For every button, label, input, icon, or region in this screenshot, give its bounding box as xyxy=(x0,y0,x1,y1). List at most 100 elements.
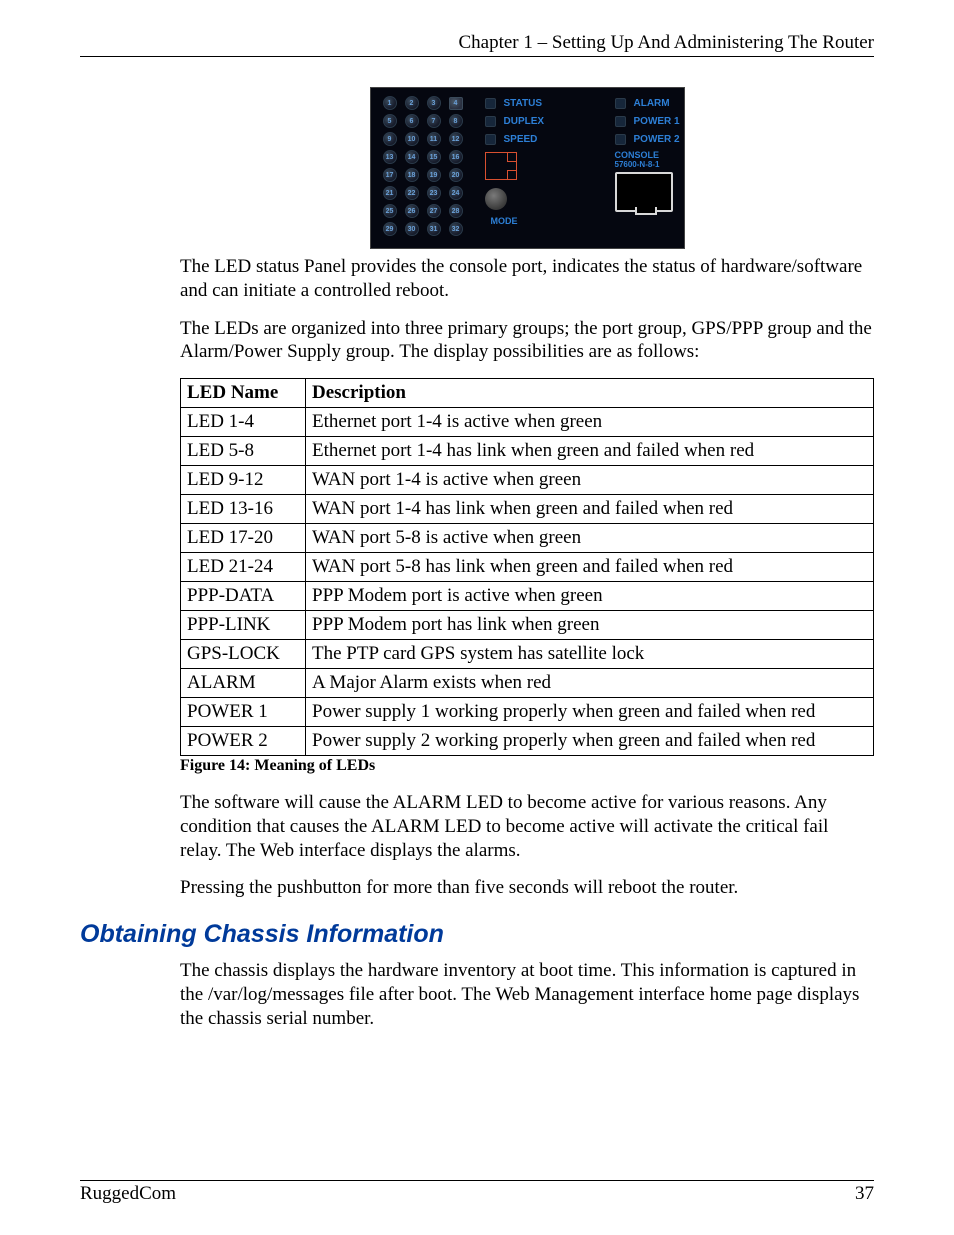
alarm-led-icon xyxy=(615,98,626,109)
baud-label: 57600-N-8-1 xyxy=(615,160,690,169)
table-row: POWER 2Power supply 2 working properly w… xyxy=(181,727,874,756)
led-cell: 21 xyxy=(379,184,401,202)
led-cell: 9 xyxy=(379,130,401,148)
table-row: LED 9-12WAN port 1-4 is active when gree… xyxy=(181,466,874,495)
body-paragraph-3: The software will cause the ALARM LED to… xyxy=(180,791,874,862)
led-indicator-icon: 20 xyxy=(449,168,463,182)
led-cell: 15 xyxy=(423,148,445,166)
led-indicator-icon: 17 xyxy=(383,168,397,182)
cell-description: A Major Alarm exists when red xyxy=(306,669,874,698)
table-row: LED 5-8Ethernet port 1-4 has link when g… xyxy=(181,437,874,466)
table-row: PPP-LINKPPP Modem port has link when gre… xyxy=(181,611,874,640)
speed-led-icon xyxy=(485,134,496,145)
led-indicator-icon: 24 xyxy=(449,186,463,200)
power1-label: POWER 1 xyxy=(634,116,680,127)
cell-led-name: ALARM xyxy=(181,669,306,698)
led-grid: 1234567891011121314151617181920212223242… xyxy=(379,94,467,242)
table-row: LED 17-20WAN port 5-8 is active when gre… xyxy=(181,524,874,553)
duplex-led-icon xyxy=(485,116,496,127)
alarm-label: ALARM xyxy=(634,98,670,109)
led-indicator-icon: 12 xyxy=(449,132,463,146)
cell-led-name: POWER 1 xyxy=(181,698,306,727)
table-row: GPS-LOCKThe PTP card GPS system has sate… xyxy=(181,640,874,669)
page-header: Chapter 1 – Setting Up And Administering… xyxy=(80,32,874,57)
led-cell: 30 xyxy=(401,220,423,238)
led-panel-diagram: 1234567891011121314151617181920212223242… xyxy=(370,87,685,249)
table-row: LED 13-16WAN port 1-4 has link when gree… xyxy=(181,495,874,524)
led-cell: 14 xyxy=(401,148,423,166)
led-cell: 1 xyxy=(379,94,401,112)
page-footer: RuggedCom 37 xyxy=(80,1180,874,1205)
led-indicator-icon: 15 xyxy=(427,150,441,164)
cell-led-name: PPP-DATA xyxy=(181,582,306,611)
led-cell: 10 xyxy=(401,130,423,148)
chapter-title: Chapter 1 – Setting Up And Administering… xyxy=(458,32,874,53)
cell-led-name: LED 5-8 xyxy=(181,437,306,466)
led-indicator-icon: 11 xyxy=(427,132,441,146)
cell-description: Power supply 1 working properly when gre… xyxy=(306,698,874,727)
led-indicator-icon: 19 xyxy=(427,168,441,182)
cell-description: WAN port 1-4 is active when green xyxy=(306,466,874,495)
led-indicator-icon: 23 xyxy=(427,186,441,200)
led-indicator-icon: 4 xyxy=(449,97,463,110)
speed-label: SPEED xyxy=(504,134,538,145)
duplex-label: DUPLEX xyxy=(504,116,545,127)
status-label: STATUS xyxy=(504,98,543,109)
led-cell: 4 xyxy=(445,94,467,112)
cell-led-name: GPS-LOCK xyxy=(181,640,306,669)
body-paragraph-5: The chassis displays the hardware invent… xyxy=(180,959,874,1030)
led-cell: 27 xyxy=(423,202,445,220)
cell-led-name: LED 9-12 xyxy=(181,466,306,495)
led-cell: 26 xyxy=(401,202,423,220)
network-icon xyxy=(485,152,517,180)
cell-description: Ethernet port 1-4 is active when green xyxy=(306,408,874,437)
panel-right-column: ALARM POWER 1 POWER 2 CONSOLE 57600-N-8-… xyxy=(615,94,690,242)
cell-description: Power supply 2 working properly when gre… xyxy=(306,727,874,756)
table-row: POWER 1Power supply 1 working properly w… xyxy=(181,698,874,727)
table-row: ALARMA Major Alarm exists when red xyxy=(181,669,874,698)
led-cell: 6 xyxy=(401,112,423,130)
cell-led-name: LED 17-20 xyxy=(181,524,306,553)
led-indicator-icon: 2 xyxy=(405,96,419,110)
led-cell: 13 xyxy=(379,148,401,166)
power1-led-icon xyxy=(615,116,626,127)
led-indicator-icon: 9 xyxy=(383,132,397,146)
cell-description: WAN port 5-8 is active when green xyxy=(306,524,874,553)
led-cell: 28 xyxy=(445,202,467,220)
led-indicator-icon: 7 xyxy=(427,114,441,128)
power2-led-icon xyxy=(615,134,626,145)
cell-led-name: LED 13-16 xyxy=(181,495,306,524)
led-indicator-icon: 25 xyxy=(383,204,397,218)
cell-description: PPP Modem port has link when green xyxy=(306,611,874,640)
cell-description: PPP Modem port is active when green xyxy=(306,582,874,611)
cell-led-name: LED 21-24 xyxy=(181,553,306,582)
cell-description: WAN port 1-4 has link when green and fai… xyxy=(306,495,874,524)
led-cell: 12 xyxy=(445,130,467,148)
cell-description: The PTP card GPS system has satellite lo… xyxy=(306,640,874,669)
led-indicator-icon: 10 xyxy=(405,132,419,146)
led-cell: 8 xyxy=(445,112,467,130)
led-cell: 5 xyxy=(379,112,401,130)
led-cell: 32 xyxy=(445,220,467,238)
body-paragraph-4: Pressing the pushbutton for more than fi… xyxy=(180,876,874,900)
led-cell: 29 xyxy=(379,220,401,238)
status-led-icon xyxy=(485,98,496,109)
led-indicator-icon: 32 xyxy=(449,222,463,236)
led-cell: 17 xyxy=(379,166,401,184)
led-indicator-icon: 18 xyxy=(405,168,419,182)
led-indicator-icon: 31 xyxy=(427,222,441,236)
led-cell: 7 xyxy=(423,112,445,130)
console-label: CONSOLE xyxy=(615,150,690,160)
console-port-icon xyxy=(615,172,673,212)
section-heading: Obtaining Chassis Information xyxy=(80,920,874,949)
led-cell: 23 xyxy=(423,184,445,202)
led-table: LED Name Description LED 1-4Ethernet por… xyxy=(180,378,874,756)
led-indicator-icon: 8 xyxy=(449,114,463,128)
led-indicator-icon: 21 xyxy=(383,186,397,200)
cell-description: WAN port 5-8 has link when green and fai… xyxy=(306,553,874,582)
led-cell: 19 xyxy=(423,166,445,184)
led-indicator-icon: 27 xyxy=(427,204,441,218)
led-indicator-icon: 22 xyxy=(405,186,419,200)
th-led-name: LED Name xyxy=(181,379,306,408)
led-cell: 2 xyxy=(401,94,423,112)
